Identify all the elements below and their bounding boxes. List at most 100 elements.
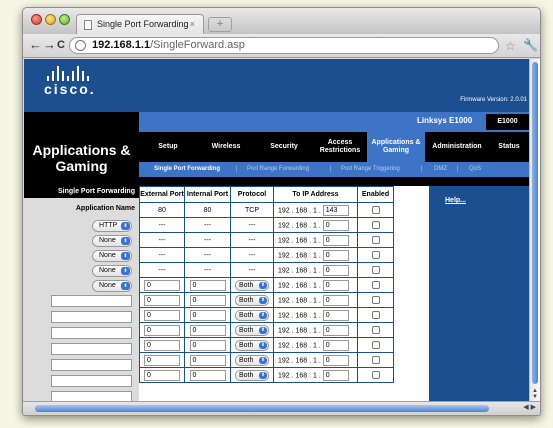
protocol-select[interactable]: Both ⬍	[235, 279, 269, 291]
application-select[interactable]: HTTP ⬍	[92, 220, 132, 232]
ip-last-octet-input[interactable]: 0	[322, 249, 349, 261]
enabled-checkbox[interactable]	[371, 371, 380, 379]
nav-access-restrictions[interactable]: Access Restrictions	[313, 132, 367, 162]
ip-last-octet-input[interactable]: 0	[322, 219, 349, 231]
router-header: cisco. Firmware Version: 2.0.01	[24, 59, 529, 112]
enabled-checkbox[interactable]	[371, 326, 380, 334]
protocol-select[interactable]: Both ⬍	[235, 339, 269, 351]
enabled-checkbox[interactable]	[371, 251, 380, 259]
browser-tab[interactable]: Single Port Forwarding ×	[76, 14, 204, 35]
vertical-scrollbar[interactable]: ▲ ▼	[529, 59, 540, 402]
forward-icon[interactable]: →	[43, 38, 56, 52]
subnav-separator: |	[421, 166, 423, 172]
subnav-port-range-triggering[interactable]: Port Range Triggering	[341, 166, 400, 172]
subnav-single-port-forwarding[interactable]: Single Port Forwarding	[154, 166, 220, 172]
internal-port-input[interactable]: 0	[189, 369, 226, 381]
tab-close-icon[interactable]: ×	[190, 19, 195, 29]
application-name-input[interactable]	[51, 343, 132, 355]
select-arrow-icon: ⬍	[259, 281, 267, 289]
ip-address-cell: 192 . 168 . 1 . 143	[273, 202, 358, 218]
application-name-input[interactable]	[51, 359, 132, 371]
select-arrow-icon: ⬍	[259, 296, 267, 304]
internal-port-cell: 0	[184, 322, 231, 338]
application-select[interactable]: None ⬍	[92, 265, 132, 277]
external-port-input[interactable]: 0	[144, 369, 180, 381]
internal-port-cell: 0	[184, 367, 231, 383]
internal-port-input[interactable]: 0	[189, 324, 226, 336]
protocol-select[interactable]: Both ⬍	[235, 369, 269, 381]
ip-last-octet-input[interactable]: 0	[322, 339, 349, 351]
subnav-separator: |	[236, 166, 238, 172]
nav-administration[interactable]: Administration	[425, 132, 489, 162]
scroll-arrows-icon[interactable]: ◀ ▶	[523, 403, 536, 411]
nav-wireless[interactable]: Wireless	[197, 132, 255, 162]
internal-port-input[interactable]: 0	[189, 294, 226, 306]
ip-last-octet-input[interactable]: 0	[322, 324, 349, 336]
external-port-input[interactable]: 0	[144, 339, 180, 351]
ip-last-octet-input[interactable]: 0	[322, 294, 349, 306]
ip-last-octet-input[interactable]: 0	[322, 309, 349, 321]
enabled-checkbox[interactable]	[371, 356, 380, 364]
nav-security[interactable]: Security	[255, 132, 313, 162]
enabled-checkbox[interactable]	[371, 266, 380, 274]
enabled-checkbox[interactable]	[371, 296, 380, 304]
internal-port-cell: 0	[184, 277, 231, 293]
internal-port-input[interactable]: 0	[189, 339, 226, 351]
ip-last-octet-input[interactable]: 0	[322, 369, 349, 381]
application-name-input[interactable]	[51, 311, 132, 323]
ip-last-octet-input[interactable]: 143	[322, 204, 349, 216]
back-icon[interactable]: ←	[29, 38, 42, 52]
protocol-select[interactable]: Both ⬍	[235, 294, 269, 306]
enabled-checkbox[interactable]	[371, 206, 380, 214]
application-name-input[interactable]	[51, 327, 132, 339]
subnav-qos[interactable]: QoS	[469, 166, 481, 172]
internal-port-input[interactable]: 0	[189, 279, 226, 291]
minimize-window-button[interactable]	[45, 14, 56, 25]
address-bar[interactable]: 192.168.1.1/SingleForward.asp	[69, 37, 499, 54]
external-port-input[interactable]: 0	[144, 354, 180, 366]
close-window-button[interactable]	[31, 14, 42, 25]
external-port-input[interactable]: 0	[144, 309, 180, 321]
subnav-dmz[interactable]: DMZ	[434, 166, 447, 172]
external-port-input[interactable]: 0	[144, 294, 180, 306]
ip-last-octet-input[interactable]: 0	[322, 264, 349, 276]
vertical-scroll-thumb[interactable]	[532, 62, 538, 384]
horizontal-scroll-thumb[interactable]	[35, 405, 489, 412]
bookmark-star-icon[interactable]: ☆	[505, 39, 516, 53]
wrench-icon[interactable]: 🔧	[523, 38, 538, 52]
subnav-port-range-forwarding[interactable]: Port Range Forwarding	[247, 166, 309, 172]
enabled-checkbox[interactable]	[371, 341, 380, 349]
application-select[interactable]: None ⬍	[92, 280, 132, 292]
enabled-checkbox[interactable]	[371, 281, 380, 289]
application-name-input[interactable]	[51, 295, 132, 307]
protocol-select[interactable]: Both ⬍	[235, 309, 269, 321]
ip-last-octet-input[interactable]: 0	[322, 234, 349, 246]
table-row: --- --- --- 192 . 168 . 1 . 0	[139, 217, 394, 233]
new-tab-button[interactable]: +	[208, 17, 232, 32]
application-select[interactable]: None ⬍	[92, 235, 132, 247]
internal-port: ---	[184, 247, 231, 263]
ip-last-octet-input[interactable]: 0	[322, 279, 349, 291]
internal-port-input[interactable]: 0	[189, 354, 226, 366]
external-port: ---	[139, 232, 185, 248]
nav-setup[interactable]: Setup	[139, 132, 197, 162]
external-port-input[interactable]: 0	[144, 279, 180, 291]
protocol-select[interactable]: Both ⬍	[235, 324, 269, 336]
zoom-window-button[interactable]	[59, 14, 70, 25]
help-link[interactable]: Help...	[445, 197, 466, 204]
protocol-select[interactable]: Both ⬍	[235, 354, 269, 366]
application-select[interactable]: None ⬍	[92, 250, 132, 262]
internal-port-input[interactable]: 0	[189, 309, 226, 321]
external-port-input[interactable]: 0	[144, 324, 180, 336]
nav-status[interactable]: Status	[489, 132, 529, 162]
enabled-checkbox[interactable]	[371, 221, 380, 229]
scroll-arrows-icon[interactable]: ▲ ▼	[532, 388, 538, 400]
enabled-checkbox[interactable]	[371, 311, 380, 319]
ip-last-octet-input[interactable]: 0	[322, 354, 349, 366]
enabled-checkbox[interactable]	[371, 236, 380, 244]
horizontal-scrollbar[interactable]: ◀ ▶	[23, 401, 540, 415]
reload-icon[interactable]: C	[57, 38, 65, 52]
application-name-input[interactable]	[51, 375, 132, 387]
enabled-cell	[357, 217, 394, 233]
nav-applications-gaming[interactable]: Applications & Gaming	[367, 132, 425, 162]
